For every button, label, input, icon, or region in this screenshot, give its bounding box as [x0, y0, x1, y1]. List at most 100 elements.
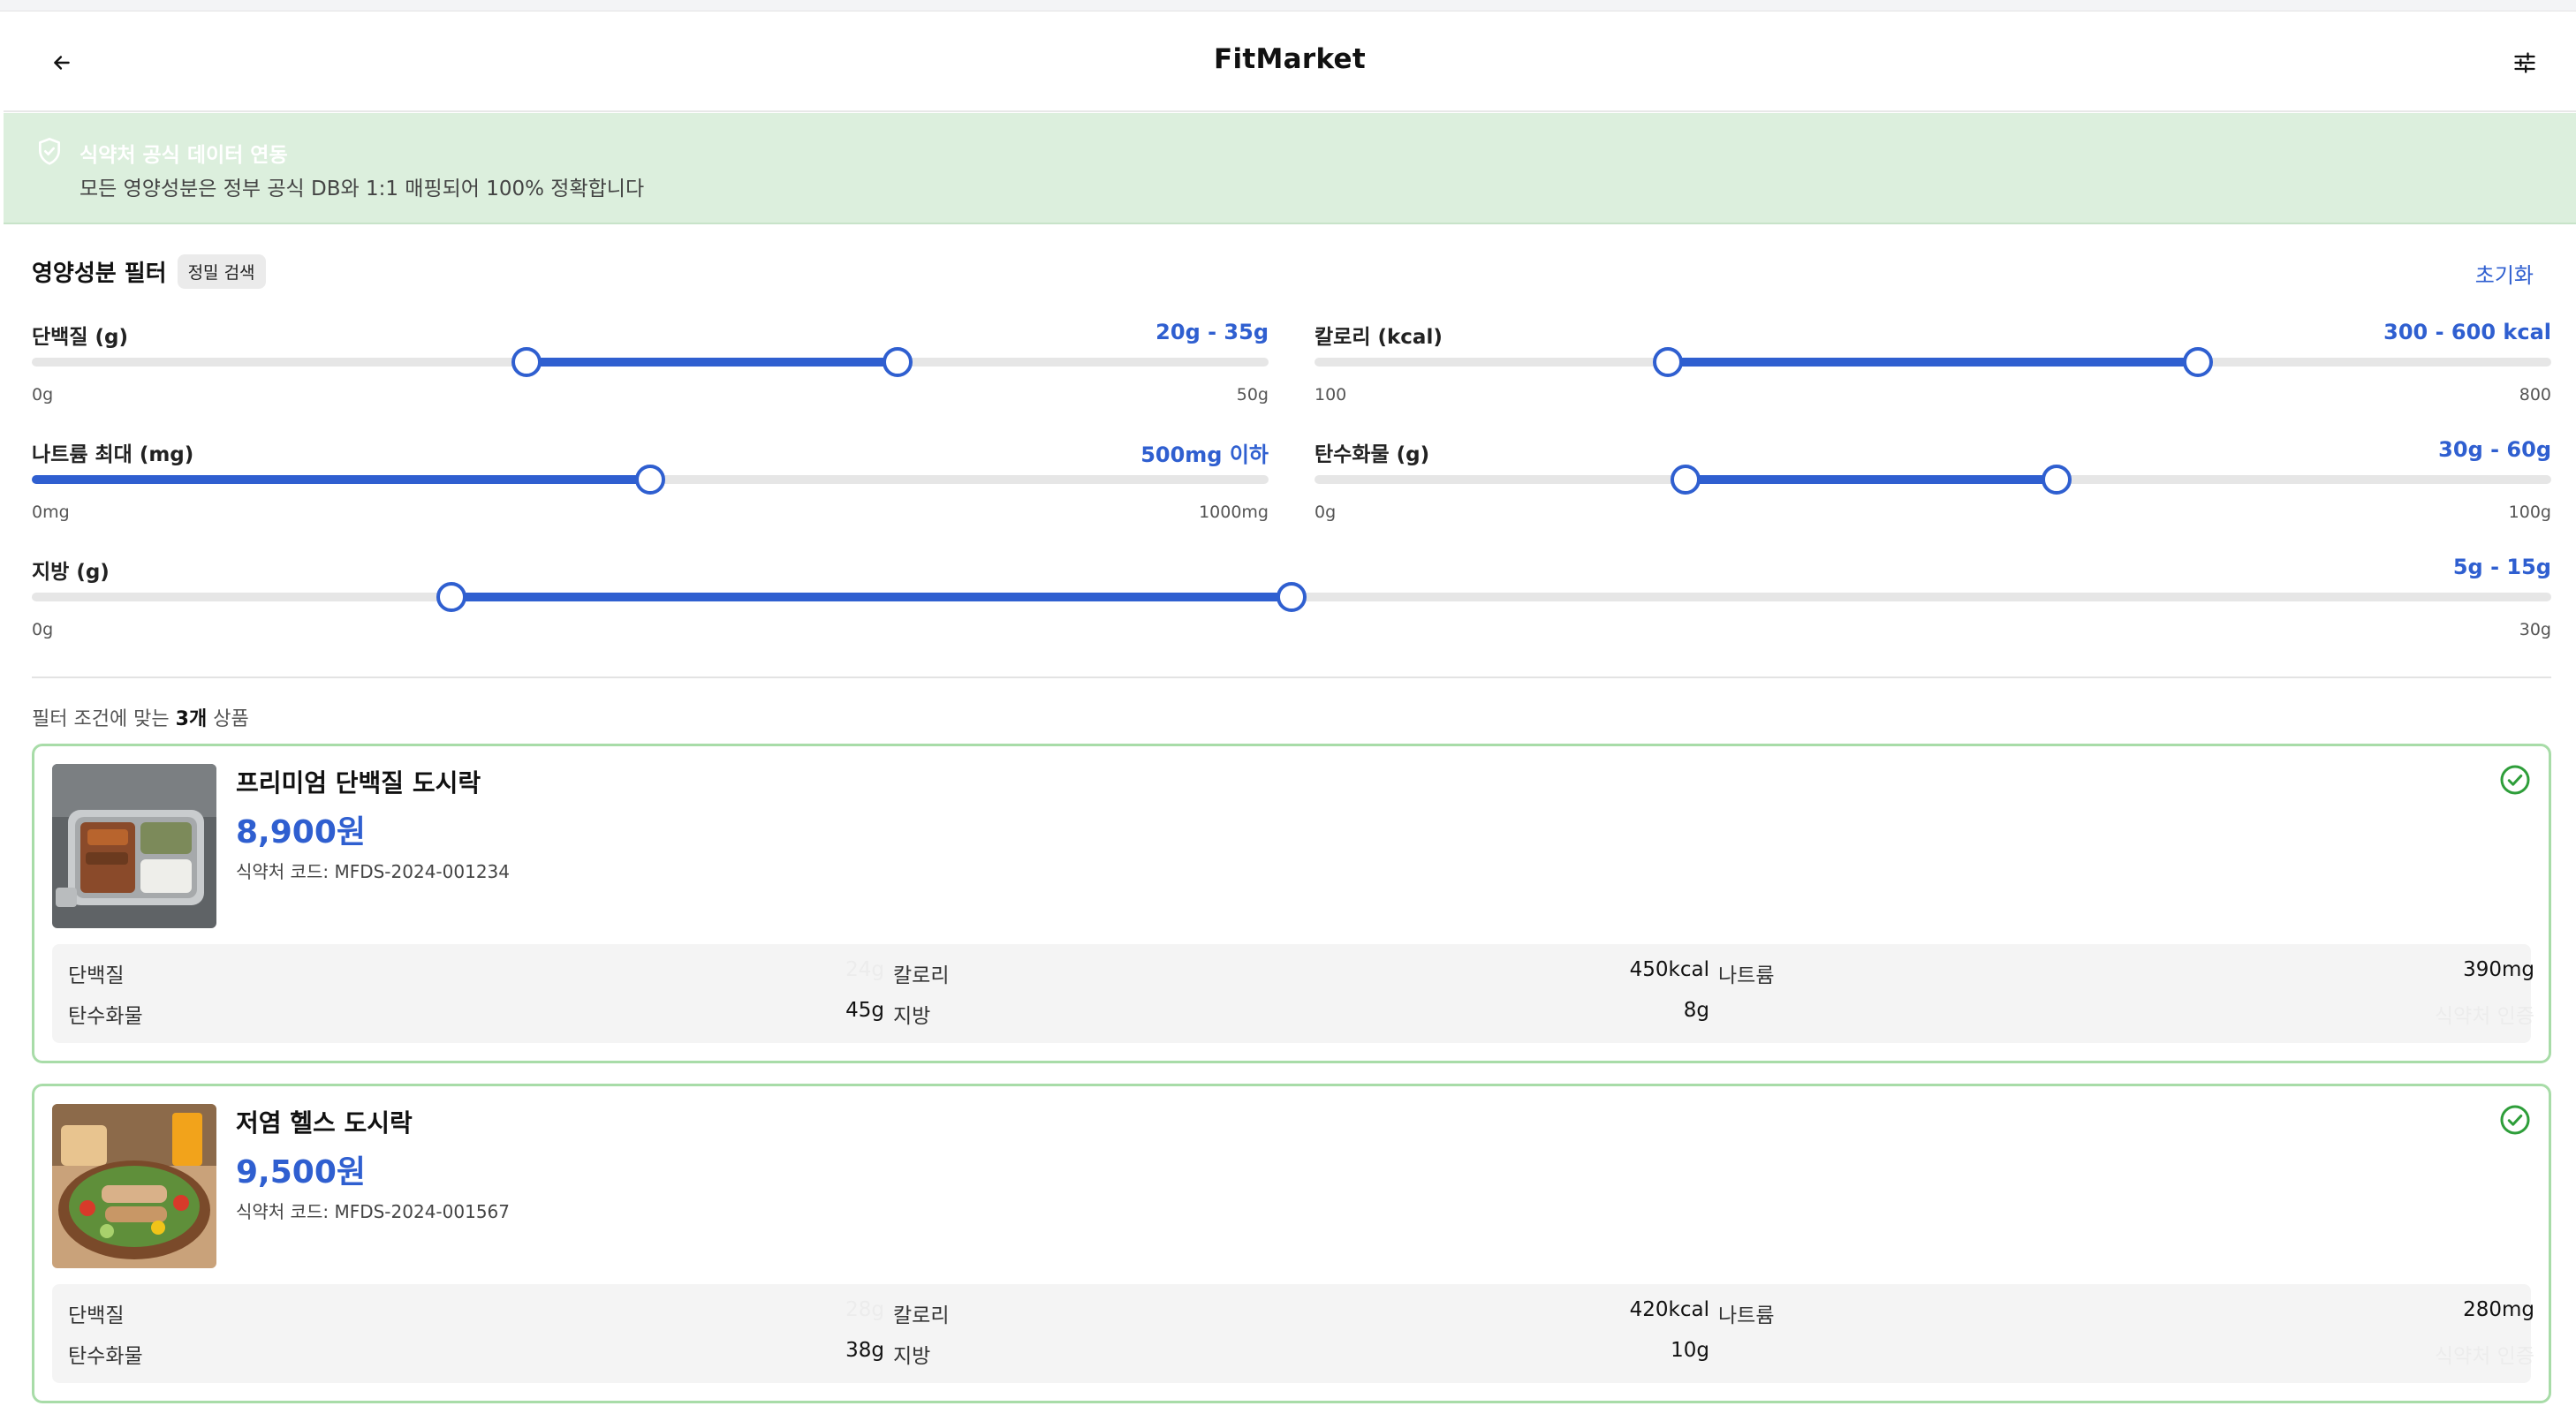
salad-photo-icon — [52, 1104, 216, 1268]
nutrition-table: 단백질 24g 칼로리 450kcal 나트륨 390mg 탄수화물 45g 지… — [52, 944, 2534, 1043]
slider-max-handle[interactable] — [883, 347, 913, 377]
nutrition-sodium: 나트륨 390mg — [1718, 958, 2534, 987]
precision-search-tag: 정밀 검색 — [177, 254, 266, 289]
slider-min-label: 100 — [1315, 385, 1347, 404]
nutrition-label: 칼로리 — [893, 964, 950, 987]
slider-value: 20g - 35g — [1155, 320, 1269, 344]
fat-slider[interactable]: 지방 (g) 5g - 15g 0g 30g — [32, 555, 2551, 652]
nutrition-table: 단백질 28g 칼로리 420kcal 나트륨 280mg 탄수화물 38g 지… — [52, 1284, 2534, 1383]
slider-range-fill — [1668, 358, 2198, 367]
check-circle-icon[interactable] — [2499, 764, 2531, 796]
nutrition-label: 지방 — [893, 1345, 931, 1368]
slider-min-label: 0g — [32, 620, 54, 639]
banner-title: 식약처 공식 데이터 연동 — [80, 144, 288, 167]
nutrition-label: 탄수화물 — [68, 1005, 143, 1028]
nutrition-extra: 식약처 인증 — [1718, 999, 2534, 1028]
slider-value: 500mg 이하 — [1140, 442, 1269, 467]
nutrition-carb: 탄수화물 38g — [68, 1339, 884, 1368]
nutrition-label: 단백질 — [68, 964, 125, 987]
section-divider — [32, 677, 2551, 678]
product-name[interactable]: 저염 헬스 도시락 — [236, 1104, 413, 1139]
nutrition-value: 280mg — [2463, 1298, 2534, 1321]
product-code: 식약처 코드: MFDS-2024-001234 — [236, 861, 510, 882]
product-card[interactable]: 프리미엄 단백질 도시락 8,900원 식약처 코드: MFDS-2024-00… — [32, 744, 2551, 1063]
product-name[interactable]: 프리미엄 단백질 도시락 — [236, 764, 481, 799]
nutrition-value: 38g — [845, 1339, 884, 1362]
nutrition-value: 45g — [845, 999, 884, 1022]
filter-title: 영양성분 필터 — [32, 261, 167, 287]
slider-label: 탄수화물 (g) — [1315, 443, 1430, 466]
nutrition-extra: 식약처 인증 — [1718, 1339, 2534, 1368]
slider-max-label: 100g — [2508, 503, 2551, 522]
nutrition-calorie: 칼로리 420kcal — [893, 1298, 1709, 1327]
slider-label: 칼로리 (kcal) — [1315, 326, 1443, 349]
nutrition-value: 10g — [1671, 1339, 1709, 1362]
reset-button[interactable]: 초기화 — [2475, 258, 2534, 289]
slider-value: 300 - 600 kcal — [2383, 320, 2551, 344]
slider-max-handle[interactable] — [2042, 465, 2072, 495]
result-count: 필터 조건에 맞는 3개 상품 — [32, 703, 249, 731]
nutrition-protein: 단백질 24g — [68, 958, 884, 987]
app-title: FitMarket — [1213, 43, 1366, 75]
slider-max-handle[interactable] — [2183, 347, 2213, 377]
nutrition-value: 450kcal — [1629, 958, 1709, 981]
check-circle-icon[interactable] — [2499, 1104, 2531, 1136]
nutrition-label: 나트륨 — [1718, 964, 1775, 987]
shield-check-icon — [39, 137, 60, 165]
product-code: 식약처 코드: MFDS-2024-001567 — [236, 1201, 510, 1222]
nutrition-sodium: 나트륨 280mg — [1718, 1298, 2534, 1327]
slider-range-fill — [451, 593, 1292, 601]
product-price: 8,900원 — [236, 814, 366, 850]
slider-label: 단백질 (g) — [32, 326, 128, 349]
certification-note: 식약처 인증 — [2434, 1005, 2534, 1028]
nutrition-protein: 단백질 28g — [68, 1298, 884, 1327]
result-count-prefix: 필터 조건에 맞는 — [32, 708, 176, 730]
slider-max-label: 1000mg — [1199, 503, 1269, 522]
nutrition-label: 탄수화물 — [68, 1345, 143, 1368]
certification-note: 식약처 인증 — [2434, 1345, 2534, 1368]
slider-label: 지방 (g) — [32, 561, 110, 584]
nutrition-value: 24g — [845, 958, 884, 981]
banner-subtitle: 모든 영양성분은 정부 공식 DB와 1:1 매핑되어 100% 정확합니다 — [80, 178, 645, 200]
carbohydrate-slider[interactable]: 탄수화물 (g) 30g - 60g 0g 100g — [1315, 437, 2551, 534]
official-data-banner: 식약처 공식 데이터 연동 모든 영양성분은 정부 공식 DB와 1:1 매핑되… — [4, 113, 2576, 224]
app-header: FitMarket — [4, 11, 2576, 112]
slider-max-handle[interactable] — [1277, 582, 1307, 612]
sodium-slider[interactable]: 나트륨 최대 (mg) 500mg 이하 0mg 1000mg — [32, 437, 1269, 534]
slider-min-handle[interactable] — [436, 582, 467, 612]
protein-slider[interactable]: 단백질 (g) 20g - 35g 0g 50g — [32, 320, 1269, 417]
nutrition-value: 390mg — [2463, 958, 2534, 981]
nutrition-fat: 지방 8g — [893, 999, 1709, 1028]
slider-max-label: 50g — [1236, 385, 1269, 404]
sliders-icon — [2514, 52, 2535, 73]
product-card[interactable]: 저염 헬스 도시락 9,500원 식약처 코드: MFDS-2024-00156… — [32, 1084, 2551, 1403]
slider-range-fill — [527, 358, 898, 367]
slider-min-handle[interactable] — [511, 347, 542, 377]
nutrition-value: 28g — [845, 1298, 884, 1321]
slider-min-label: 0g — [32, 385, 54, 404]
nutrition-calorie: 칼로리 450kcal — [893, 958, 1709, 987]
product-image[interactable] — [52, 764, 216, 928]
slider-min-handle[interactable] — [1671, 465, 1701, 495]
slider-max-label: 30g — [2519, 620, 2551, 639]
slider-min-handle[interactable] — [1653, 347, 1683, 377]
nutrition-label: 나트륨 — [1718, 1304, 1775, 1327]
slider-value: 30g - 60g — [2438, 437, 2551, 462]
nutrition-label: 지방 — [893, 1005, 931, 1028]
slider-range-fill — [32, 475, 650, 484]
slider-value: 5g - 15g — [2452, 555, 2551, 579]
nutrition-fat: 지방 10g — [893, 1339, 1709, 1368]
filter-settings-button[interactable] — [2505, 43, 2544, 82]
nutrition-carb: 탄수화물 45g — [68, 999, 884, 1028]
result-count-suffix: 상품 — [207, 708, 249, 730]
slider-max-label: 800 — [2519, 385, 2551, 404]
result-count-number: 3개 — [175, 708, 208, 730]
nutrition-value: 8g — [1683, 999, 1709, 1022]
slider-max-handle[interactable] — [635, 465, 665, 495]
product-price: 9,500원 — [236, 1154, 366, 1191]
nutrition-label: 칼로리 — [893, 1304, 950, 1327]
nutrition-label: 단백질 — [68, 1304, 125, 1327]
nutrition-value: 420kcal — [1629, 1298, 1709, 1321]
calorie-slider[interactable]: 칼로리 (kcal) 300 - 600 kcal 100 800 — [1315, 320, 2551, 417]
product-image[interactable] — [52, 1104, 216, 1268]
